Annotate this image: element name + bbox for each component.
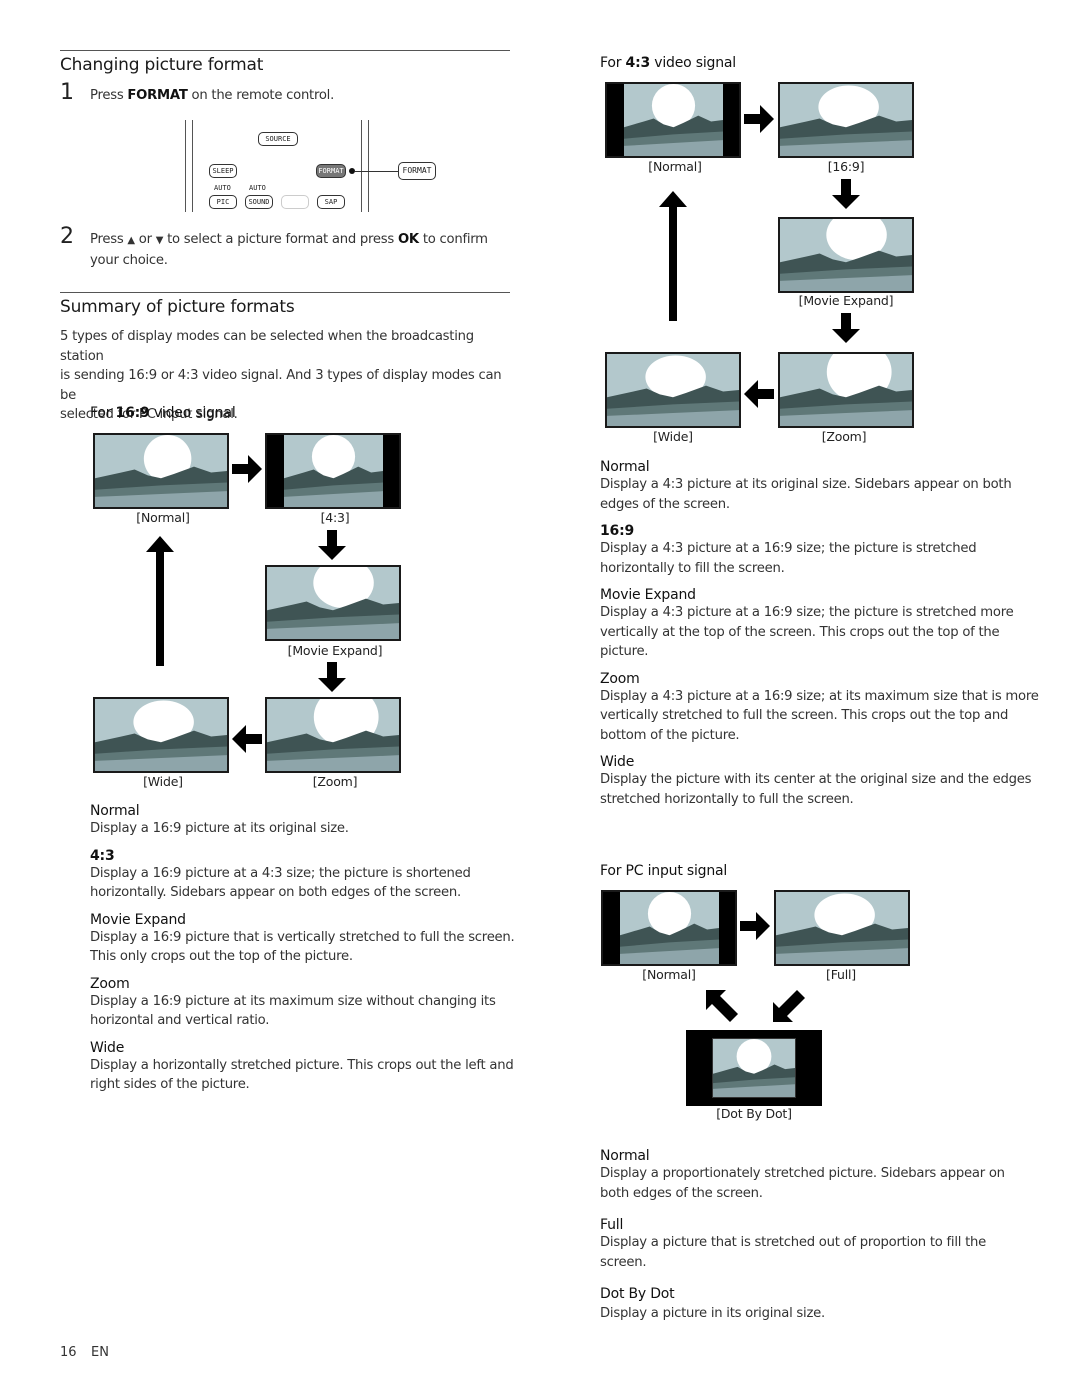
landscape-scene (623, 84, 723, 156)
landscape-scene (780, 354, 912, 426)
arrow-down-icon (832, 179, 860, 209)
auto-pic-label: AUTO (214, 184, 231, 192)
picture-43-wide (605, 352, 741, 428)
remote-pic-button: PIC (209, 195, 237, 209)
section-title-summary: Summary of picture formats (60, 297, 295, 317)
landscape-scene (267, 699, 399, 771)
auto-sound-label: AUTO (249, 184, 266, 192)
remote-source-button: SOURCE (258, 132, 298, 146)
caption-movie-expand: [Movie Expand] (287, 643, 383, 658)
caption-dot-by-dot: [Dot By Dot] (716, 1106, 792, 1121)
remote-sleep-button: SLEEP (209, 164, 237, 178)
remote-edge-right (361, 120, 369, 212)
landscape-scene (283, 435, 383, 507)
caption-zoom: [Zoom] (312, 774, 358, 789)
arrow-down-icon (318, 530, 346, 560)
landscape-scene (780, 84, 912, 156)
definition-zoom: Zoom Display a 4:3 picture at a 16:9 siz… (600, 670, 1039, 743)
definition-43: 4:3 Display a 16:9 picture at a 4:3 size… (90, 847, 471, 901)
remote-format-button: FORMAT (316, 164, 346, 178)
caption-movie-expand: [Movie Expand] (798, 293, 894, 308)
heading-43-signal: For 4:3 video signal (600, 55, 736, 71)
picture-pc-dot-by-dot (686, 1030, 822, 1106)
step-2-text: Press ▲ or ▼ to select a picture format … (90, 232, 488, 268)
picture-43-normal (605, 82, 741, 158)
arrow-down-icon (832, 313, 860, 343)
caption-43: [4:3] (320, 510, 350, 525)
caption-wide: [Wide] (653, 429, 693, 444)
arrow-up-long-icon (659, 191, 687, 321)
landscape-scene (780, 219, 912, 291)
picture-43-movie-expand (778, 217, 914, 293)
definition-movie-expand: Movie Expand Display a 16:9 picture that… (90, 911, 515, 965)
arrow-right-icon (232, 455, 262, 483)
arrow-right-icon (744, 105, 774, 133)
arrow-right-icon (740, 912, 770, 940)
landscape-scene (607, 354, 739, 426)
heading-169-signal: For 16:9 video signal (90, 405, 236, 421)
section-title-changing-format: Changing picture format (60, 55, 264, 75)
caption-wide: [Wide] (143, 774, 183, 789)
definition-zoom: Zoom Display a 16:9 picture at its maxim… (90, 975, 496, 1029)
step-number: 1 (60, 80, 74, 105)
arrow-up-long-icon (146, 536, 174, 666)
remote-edge-left (185, 120, 193, 212)
page-number: 16 (60, 1345, 77, 1360)
caption-169: [16:9] (827, 159, 865, 174)
landscape-scene (95, 699, 227, 771)
landscape-scene (776, 892, 908, 964)
remote-sound-button: SOUND (245, 195, 273, 209)
caption-normal: [Normal] (648, 159, 702, 174)
picture-169-43 (265, 433, 401, 509)
definition-dot-by-dot: Dot By Dot Display a picture in its orig… (600, 1286, 825, 1321)
definition-normal: Normal Display a 4:3 picture at its orig… (600, 459, 1012, 512)
definition-169: 16:9 Display a 4:3 picture at a 16:9 siz… (600, 523, 977, 576)
landscape-scene (713, 1039, 795, 1097)
landscape-scene (619, 892, 719, 964)
arrow-left-icon (232, 725, 262, 753)
section-divider (60, 292, 510, 293)
definition-wide: Wide Display a horizontally stretched pi… (90, 1039, 514, 1093)
step-1-text: Press FORMAT on the remote control. (90, 88, 335, 103)
definition-full: Full Display a picture that is stretched… (600, 1217, 986, 1270)
picture-pc-normal (601, 890, 737, 966)
format-callout-button: FORMAT (398, 162, 436, 180)
landscape-scene (267, 567, 399, 639)
picture-pc-full (774, 890, 910, 966)
arrow-down-left-icon (773, 990, 805, 1022)
caption-normal: [Normal] (136, 510, 190, 525)
picture-169-zoom (265, 697, 401, 773)
caption-full: [Full] (826, 967, 856, 982)
definitions-169: Normal Display a 16:9 picture at its ori… (90, 803, 520, 1095)
definition-wide: Wide Display the picture with its center… (600, 754, 1032, 807)
picture-169-movie-expand (265, 565, 401, 641)
heading-pc-signal: For PC input signal (600, 863, 728, 879)
caption-zoom: [Zoom] (821, 429, 867, 444)
caption-normal: [Normal] (642, 967, 696, 982)
picture-43-169 (778, 82, 914, 158)
remote-sap-button: SAP (317, 195, 345, 209)
language-code: EN (91, 1345, 109, 1360)
definition-movie-expand: Movie Expand Display a 4:3 picture at a … (600, 587, 1014, 659)
step-number: 2 (60, 224, 74, 249)
picture-169-wide (93, 697, 229, 773)
section-divider (60, 50, 510, 51)
definitions-43: Normal Display a 4:3 picture at its orig… (600, 459, 1040, 809)
definition-normal: Normal Display a proportionately stretch… (600, 1148, 1005, 1201)
picture-43-zoom (778, 352, 914, 428)
definition-normal: Normal Display a 16:9 picture at its ori… (90, 803, 349, 836)
up-arrow-icon: ▲ (127, 235, 135, 246)
arrow-left-icon (744, 380, 774, 408)
landscape-scene (95, 435, 227, 507)
picture-169-normal (93, 433, 229, 509)
remote-blank-button (281, 195, 309, 209)
remote-illustration: SOURCE SLEEP FORMAT FORMAT AUTO AUTO PIC… (180, 120, 450, 216)
arrow-down-icon (318, 662, 346, 692)
definitions-pc: Normal Display a proportionately stretch… (600, 1148, 1040, 1324)
callout-line (355, 171, 398, 172)
arrow-up-left-icon (706, 990, 738, 1022)
